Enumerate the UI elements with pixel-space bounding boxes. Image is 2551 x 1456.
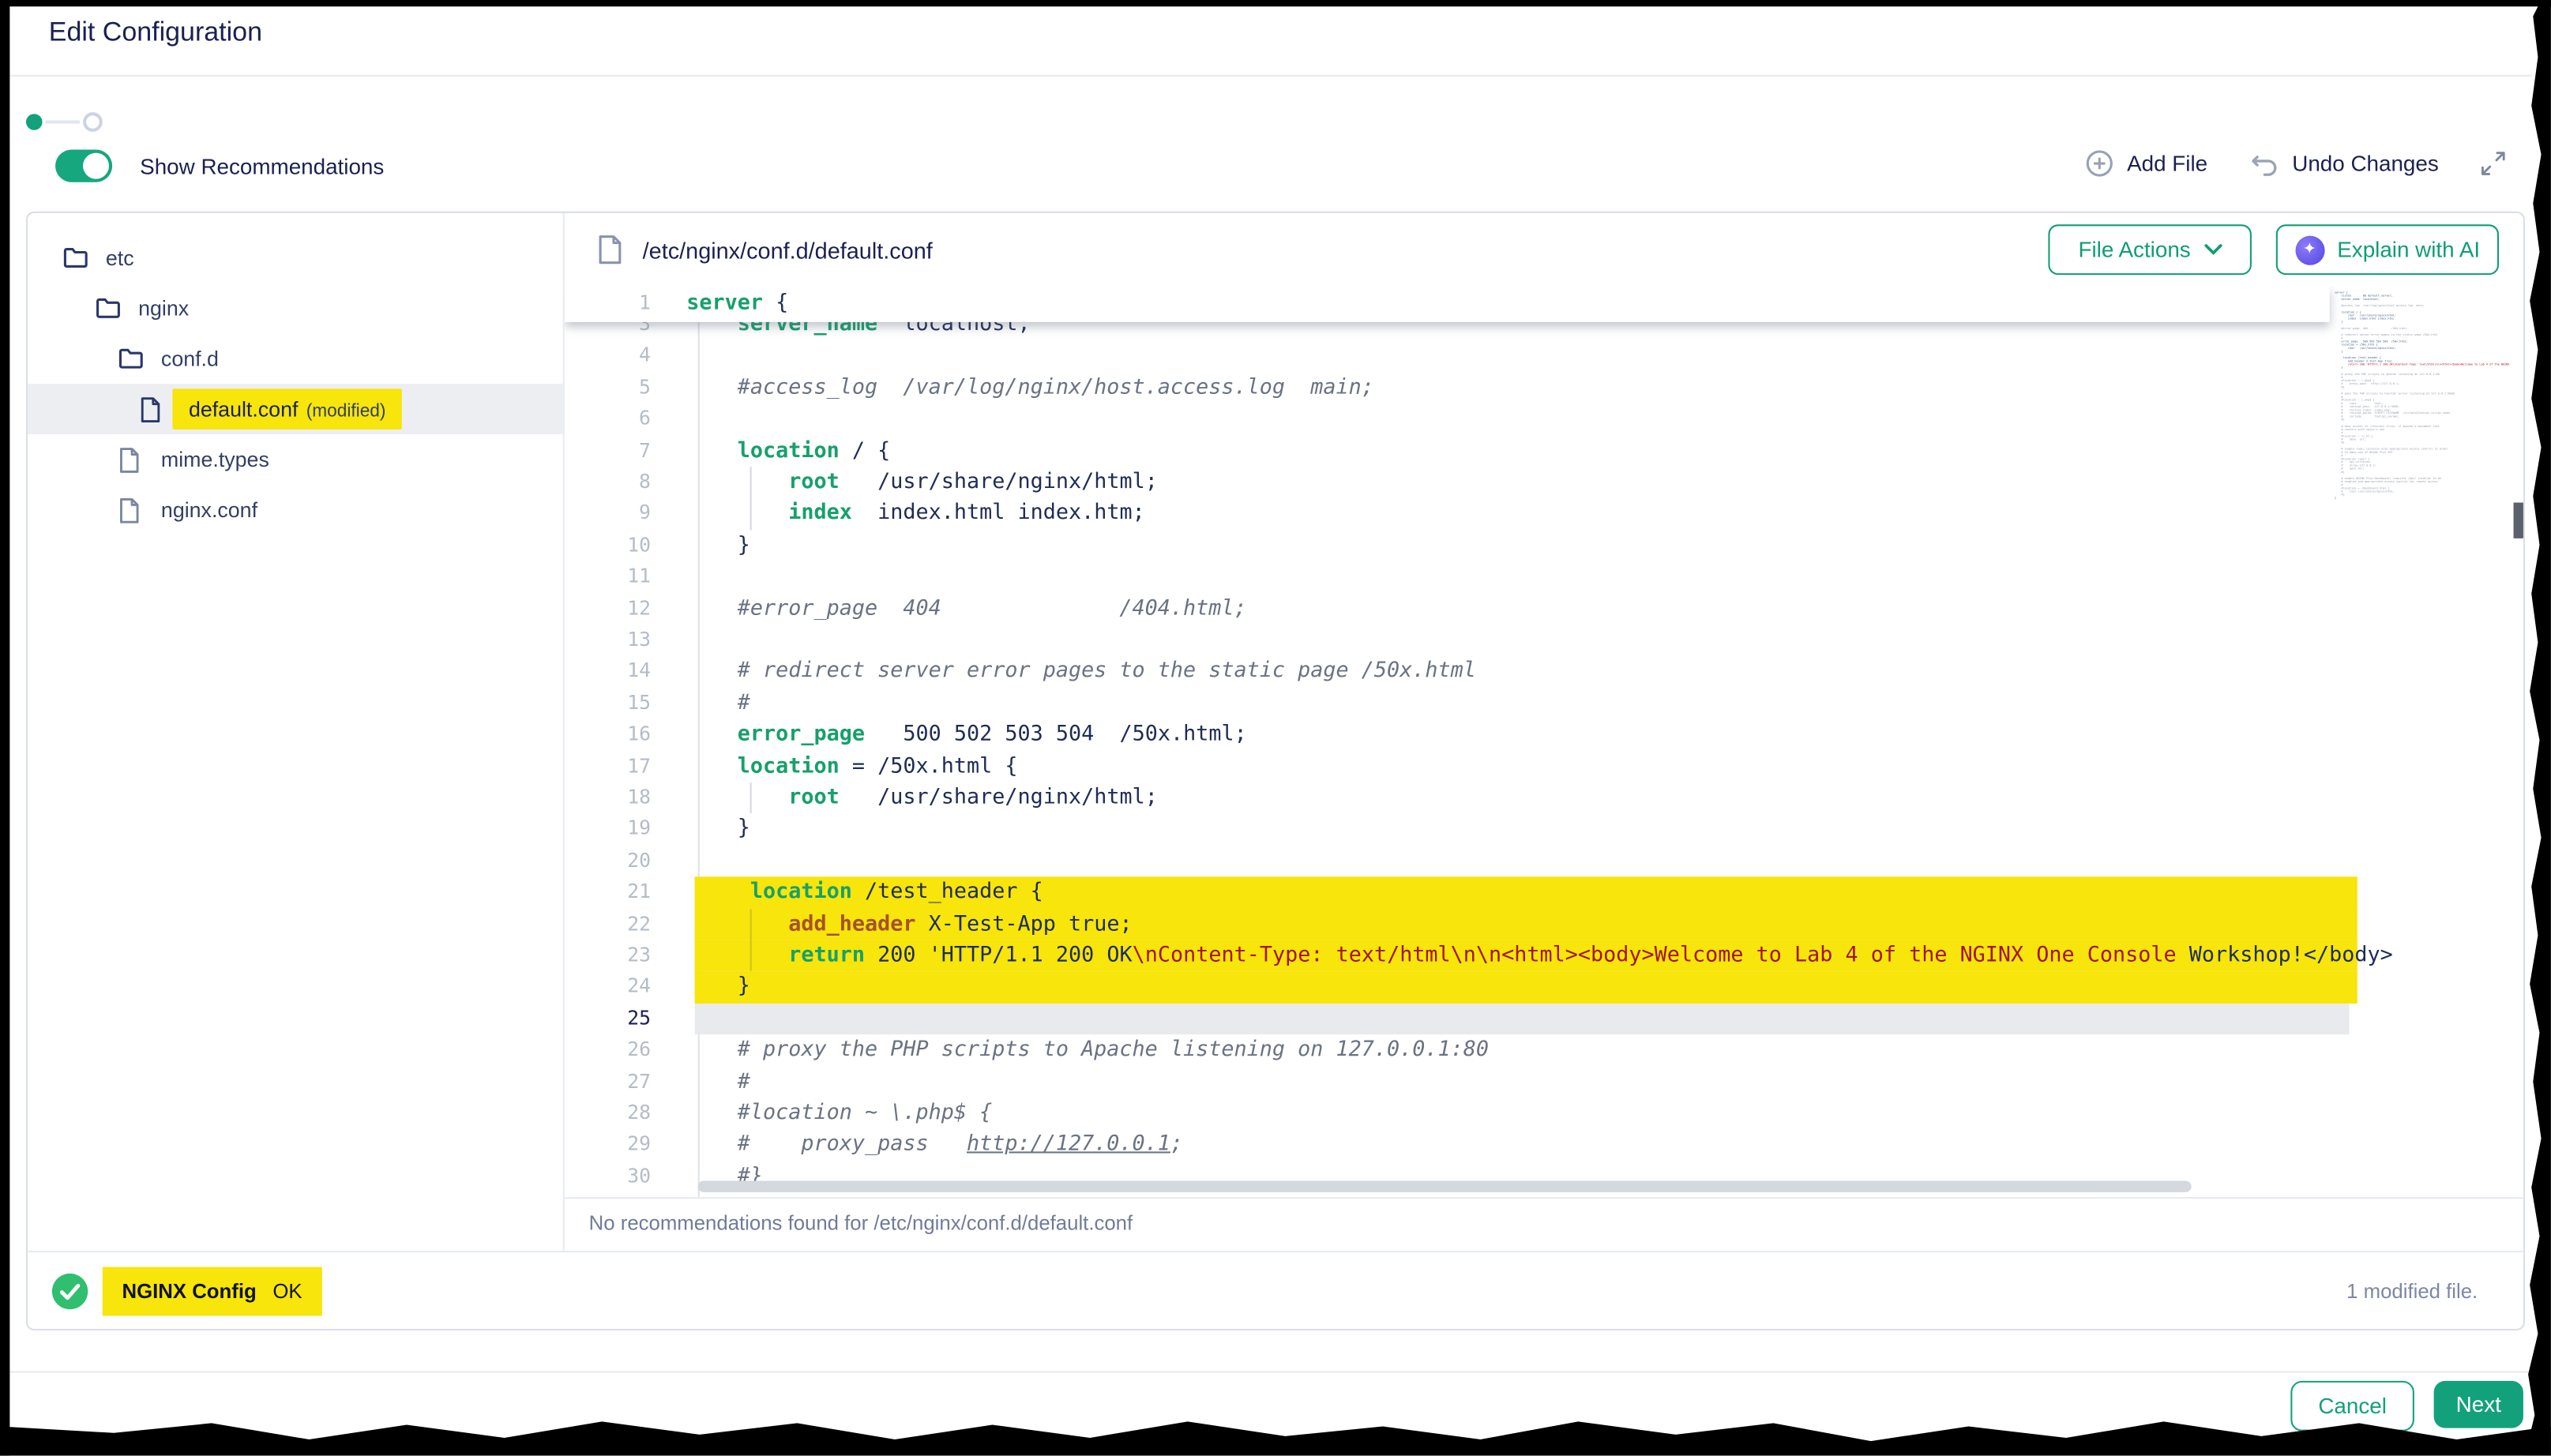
code-editor[interactable]: 3 server_name localhost;45 #access_log /… <box>565 287 2525 1198</box>
code-line-13[interactable]: 13 <box>565 625 2525 656</box>
code-line-5[interactable]: 5 #access_log /var/log/nginx/host.access… <box>565 372 2525 403</box>
file-tree: etc nginx conf.d default.conf (modified) mime… <box>28 213 563 1251</box>
footer-divider <box>9 1371 2531 1372</box>
folder-icon <box>63 245 89 271</box>
code-line-25[interactable]: 25 <box>565 1004 2525 1035</box>
tree-item-nginx-conf[interactable]: nginx.conf <box>28 485 563 535</box>
code-line-16[interactable]: 16 error_page 500 502 503 504 /50x.html; <box>565 719 2525 751</box>
code-line-7[interactable]: 7 location / { <box>565 435 2525 467</box>
step-indicator <box>26 112 103 132</box>
show-recommendations-label: Show Recommendations <box>140 154 384 178</box>
config-editor-panel: etc nginx conf.d default.conf (modified) mime… <box>26 212 2525 1330</box>
plus-circle-icon <box>2087 150 2114 178</box>
folder-icon <box>96 295 122 321</box>
selected-file-highlight: default.conf (modified) <box>172 388 402 429</box>
code-line-20[interactable]: 20 <box>565 846 2525 877</box>
config-status-bar: NGINX Config OK 1 modified file. <box>28 1251 2523 1330</box>
file-icon <box>118 446 145 472</box>
file-path: /etc/nginx/conf.d/default.conf <box>643 237 933 263</box>
vertical-scrollbar-thumb[interactable] <box>2514 503 2525 538</box>
step-1-dot-active <box>26 114 43 130</box>
step-2-dot <box>83 112 103 132</box>
code-line-18[interactable]: 18 root /usr/share/nginx/html; <box>565 782 2525 814</box>
code-line-21[interactable]: 21 location /test_header { <box>565 877 2525 909</box>
tree-item-default-conf[interactable]: default.conf (modified) <box>28 384 563 434</box>
tree-item-conf-d[interactable]: conf.d <box>28 333 563 384</box>
status-label: NGINX Config <box>122 1280 256 1303</box>
tree-item-label: nginx.conf <box>161 497 257 522</box>
add-file-button[interactable]: Add File <box>2087 150 2208 178</box>
page-title: Edit Configuration <box>49 18 262 49</box>
folder-icon <box>118 346 145 372</box>
code-line-28[interactable]: 28 #location ~ \.php$ { <box>565 1098 2525 1129</box>
show-recommendations-toggle[interactable] <box>55 150 112 182</box>
modified-suffix: (modified) <box>306 402 386 422</box>
tree-item-label: nginx <box>138 296 189 321</box>
code-line-29[interactable]: 29 # proxy_pass http://127.0.0.1; <box>565 1129 2525 1161</box>
code-line-6[interactable]: 6 <box>565 403 2525 435</box>
code-line-17[interactable]: 17 location = /50x.html { <box>565 751 2525 782</box>
no-recommendations-text: No recommendations found for /etc/nginx/… <box>589 1212 1133 1235</box>
tree-item-label: conf.d <box>161 347 219 371</box>
add-file-label: Add File <box>2127 152 2207 176</box>
screenshot-edge-left <box>0 0 9 1456</box>
editor-header: /etc/nginx/conf.d/default.conf File Acti… <box>565 213 2523 288</box>
expand-icon <box>2481 152 2505 176</box>
code-line-14[interactable]: 14 # redirect server error pages to the … <box>565 656 2525 688</box>
code-line-19[interactable]: 19 } <box>565 814 2525 846</box>
ai-sparkle-icon: ✦ <box>2295 235 2324 265</box>
file-icon <box>140 396 166 422</box>
tree-item-label: etc <box>106 246 134 270</box>
undo-changes-label: Undo Changes <box>2292 152 2439 176</box>
edit-configuration-dialog: Edit Configuration Show Recommendations … <box>0 0 2551 1456</box>
tree-item-mime-types[interactable]: mime.types <box>28 434 563 485</box>
tree-item-label: default.conf <box>189 397 298 422</box>
code-line-15[interactable]: 15 # <box>565 688 2525 719</box>
code-line-27[interactable]: 27 # <box>565 1066 2525 1098</box>
screenshot-edge-bottom <box>0 1413 2551 1456</box>
sticky-scope-line: 1server { <box>565 287 2330 322</box>
code-line-24[interactable]: 24 } <box>565 972 2525 1004</box>
toggle-knob <box>83 153 109 179</box>
code-line-22[interactable]: 22 add_header X-Test-App true; <box>565 909 2525 940</box>
code-line-9[interactable]: 9 index index.html index.htm; <box>565 498 2525 530</box>
undo-icon <box>2250 151 2279 177</box>
step-connector <box>46 120 80 123</box>
code-line-11[interactable]: 11 <box>565 561 2525 593</box>
code-line-12[interactable]: 12 #error_page 404 /404.html; <box>565 593 2525 625</box>
tree-item-label: mime.types <box>161 447 269 471</box>
file-icon <box>597 235 623 265</box>
tree-item-nginx[interactable]: nginx <box>28 283 563 333</box>
success-check-icon <box>52 1274 88 1309</box>
tree-item-etc[interactable]: etc <box>28 233 563 283</box>
code-line-10[interactable]: 10 } <box>565 530 2525 561</box>
explain-ai-label: Explain with AI <box>2337 238 2480 262</box>
file-icon <box>118 497 145 523</box>
nginx-config-status-badge: NGINX Config OK <box>103 1267 321 1316</box>
undo-changes-button[interactable]: Undo Changes <box>2250 151 2439 177</box>
recommendations-bar: No recommendations found for /etc/nginx/… <box>565 1197 2525 1251</box>
status-value: OK <box>272 1280 302 1303</box>
screenshot-edge-right <box>2525 0 2551 1456</box>
file-actions-label: File Actions <box>2078 238 2190 262</box>
code-line-4[interactable]: 4 <box>565 340 2525 372</box>
explain-with-ai-button[interactable]: ✦ Explain with AI <box>2276 224 2499 275</box>
horizontal-scrollbar-thumb[interactable] <box>698 1180 2192 1191</box>
code-line-23[interactable]: 23 return 200 'HTTP/1.1 200 OK\nContent-… <box>565 940 2525 972</box>
modified-files-note: 1 modified file. <box>2346 1280 2478 1303</box>
screenshot-edge-top <box>0 0 2551 6</box>
file-actions-button[interactable]: File Actions <box>2048 224 2251 275</box>
expand-dialog-button[interactable] <box>2481 152 2505 176</box>
header-divider <box>9 75 2531 77</box>
code-line-26[interactable]: 26 # proxy the PHP scripts to Apache lis… <box>565 1034 2525 1066</box>
code-line-8[interactable]: 8 root /usr/share/nginx/html; <box>565 467 2525 498</box>
editor-minimap[interactable]: server { listen 80 default_server; serve… <box>2335 291 2510 974</box>
chevron-down-icon <box>2203 244 2222 255</box>
